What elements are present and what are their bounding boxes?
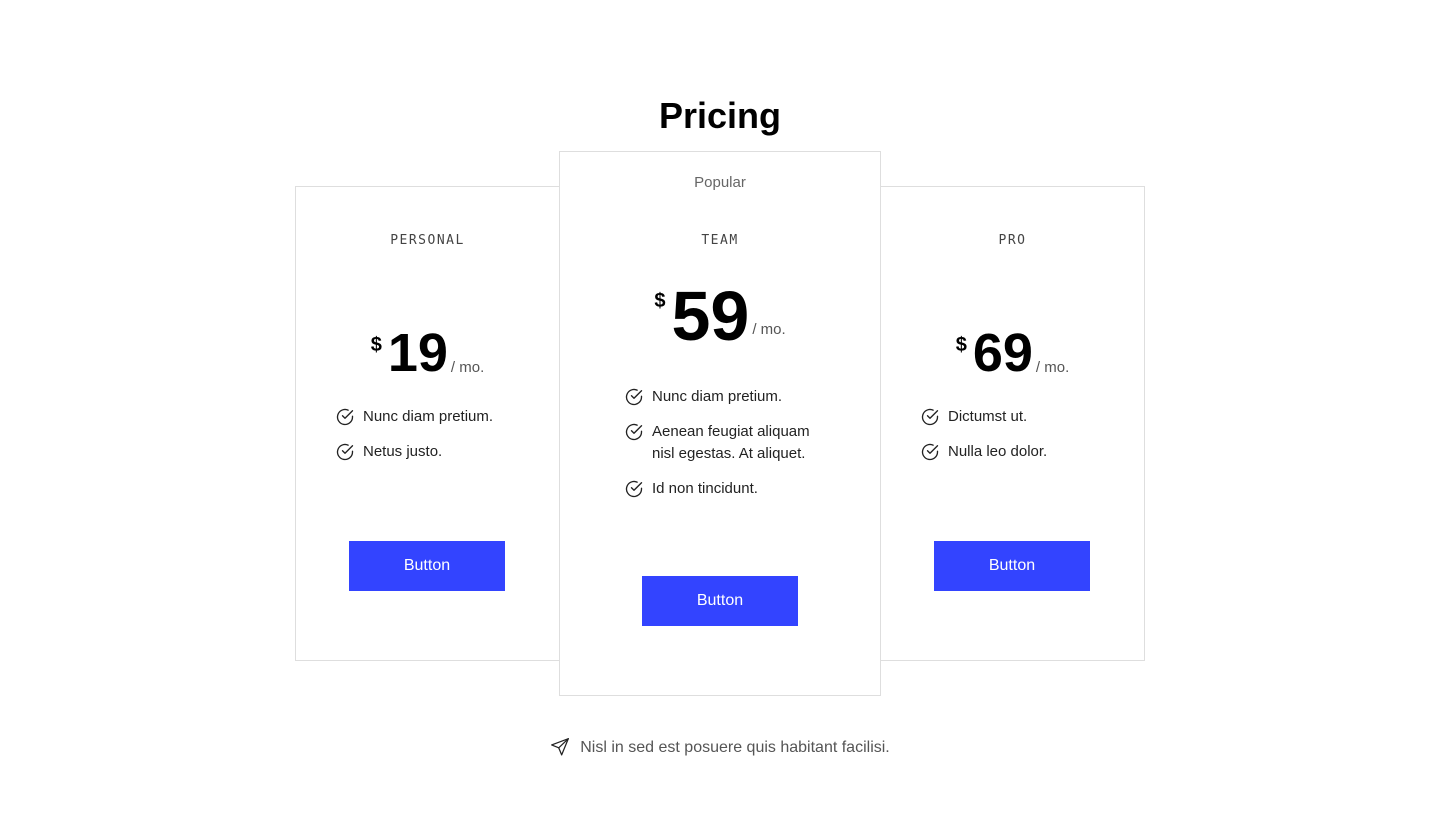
pro-plan-button[interactable]: Button [934, 541, 1090, 591]
footer-note: Nisl in sed est posuere quis habitant fa… [0, 737, 1440, 759]
feature-label: Netus justo. [363, 443, 443, 460]
price-currency: $ [955, 334, 967, 356]
price-currency: $ [654, 290, 666, 312]
check-circle-icon [625, 388, 643, 406]
pricing-card-personal: PERSONAL $19/ mo. Nunc diam pretium. Net… [295, 186, 560, 661]
feature-item: Netus justo. [335, 441, 535, 463]
plan-name: TEAM [701, 233, 739, 248]
feature-label: Nunc diam pretium. [363, 408, 494, 425]
feature-item: Aenean feugiat aliquam nisl egestas. At … [624, 421, 834, 465]
price-period: / mo. [1035, 359, 1070, 376]
price-amount: 69 [972, 323, 1033, 383]
feature-list: Dictumst ut. Nulla leo dolor. [920, 406, 1120, 476]
feature-label: Dictumst ut. [948, 408, 1028, 425]
popular-badge: Popular [694, 174, 746, 191]
plan-price: $69/ mo. [881, 323, 1144, 383]
plan-name: PRO [998, 233, 1027, 248]
feature-label: Id non tincidunt. [652, 480, 758, 497]
plan-name: PERSONAL [390, 233, 465, 248]
check-circle-icon [921, 408, 939, 426]
price-amount: 59 [671, 277, 750, 355]
feature-label: Aenean feugiat aliquam nisl egestas. At … [652, 423, 810, 462]
price-currency: $ [370, 334, 382, 356]
feature-item: Dictumst ut. [920, 406, 1120, 428]
check-circle-icon [336, 443, 354, 461]
feature-item: Nulla leo dolor. [920, 441, 1120, 463]
footer-note-text: Nisl in sed est posuere quis habitant fa… [580, 739, 890, 756]
pricing-card-pro: PRO $69/ mo. Dictumst ut. Nulla leo dolo… [880, 186, 1145, 661]
price-period: / mo. [450, 359, 485, 376]
price-period: / mo. [752, 321, 786, 338]
price-amount: 19 [387, 323, 448, 383]
team-plan-button[interactable]: Button [642, 576, 798, 626]
feature-item: Id non tincidunt. [624, 478, 834, 500]
page-title: Pricing [658, 95, 782, 137]
feature-label: Nunc diam pretium. [652, 388, 783, 405]
feature-list: Nunc diam pretium. Netus justo. [335, 406, 535, 476]
feature-item: Nunc diam pretium. [624, 386, 834, 408]
check-circle-icon [336, 408, 354, 426]
feature-item: Nunc diam pretium. [335, 406, 535, 428]
plan-price: $19/ mo. [296, 323, 559, 383]
pricing-card-team: Popular TEAM $59/ mo. Nunc diam pretium.… [559, 151, 881, 696]
check-circle-icon [625, 423, 643, 441]
personal-plan-button[interactable]: Button [349, 541, 505, 591]
check-circle-icon [921, 443, 939, 461]
plan-price: $59/ mo. [560, 277, 880, 355]
send-icon [551, 738, 570, 756]
check-circle-icon [625, 480, 643, 498]
feature-list: Nunc diam pretium. Aenean feugiat aliqua… [624, 386, 834, 513]
feature-label: Nulla leo dolor. [948, 443, 1048, 460]
